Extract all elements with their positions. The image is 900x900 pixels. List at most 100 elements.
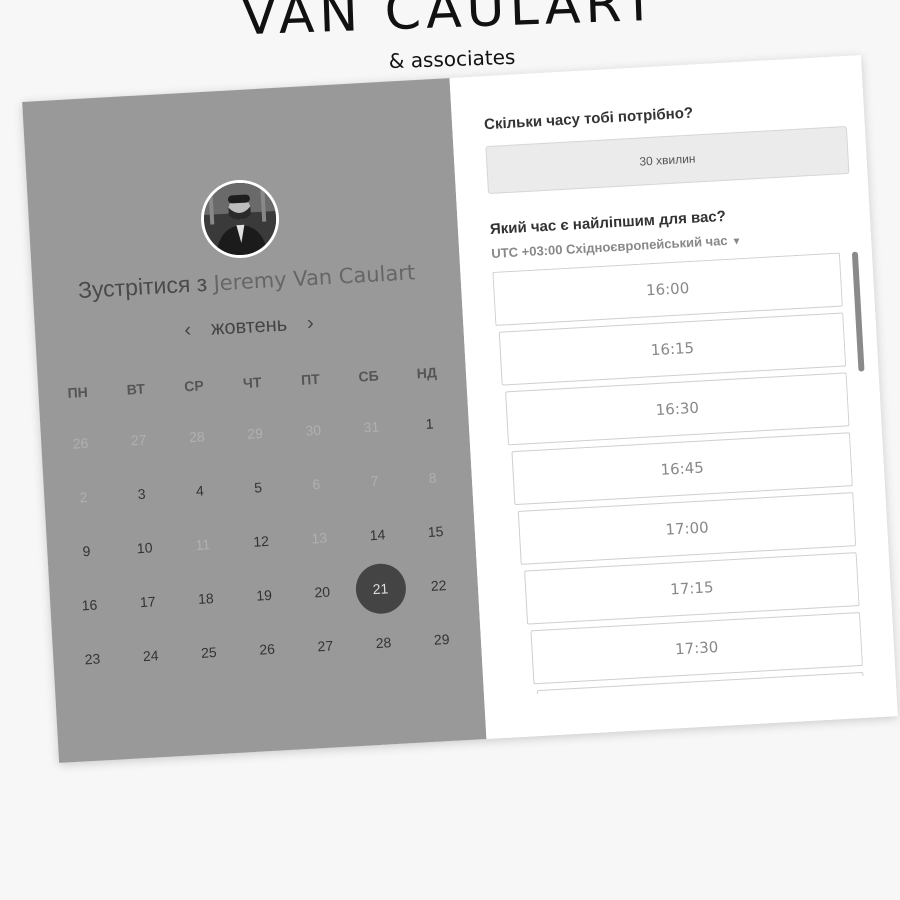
weekday-label: СР <box>183 377 205 395</box>
weekday-label: ВТ <box>126 380 146 398</box>
calendar-day-number: 27 <box>130 431 147 449</box>
calendar-day: 28 <box>166 409 227 464</box>
calendar-day-selected[interactable]: 21 <box>350 561 411 616</box>
calendar-day[interactable]: 17 <box>117 574 178 629</box>
calendar-day: 11 <box>172 517 233 572</box>
chevron-right-icon[interactable]: › <box>302 312 318 336</box>
meeting-title: Зустрітися з Jeremy Van Caulart <box>32 256 461 307</box>
scrollbar-thumb[interactable] <box>851 251 865 372</box>
calendar-day[interactable]: 1 <box>399 396 460 451</box>
weekday-label: ПН <box>67 383 89 401</box>
chevron-left-icon[interactable]: ‹ <box>180 319 196 343</box>
weekday-header: ПН ВТ СР ЧТ ПТ СБ НД <box>48 363 456 402</box>
calendar-day[interactable]: 4 <box>169 463 230 518</box>
month-label: жовтень <box>210 313 288 340</box>
time-slot-list: 16:00 16:15 16:30 16:45 17:00 17:15 17:30 <box>492 252 864 696</box>
calendar-day-number: 21 <box>372 580 389 598</box>
calendar-day-number: 23 <box>84 650 101 668</box>
calendar-day-number: 18 <box>197 590 215 607</box>
calendar-day-number: 3 <box>137 485 146 503</box>
calendar-day-number: 11 <box>195 536 211 553</box>
calendar-day: 29 <box>224 406 285 461</box>
calendar-day-number: 26 <box>72 434 89 452</box>
calendar-day-number: 19 <box>255 586 273 604</box>
calendar-day[interactable]: 19 <box>234 568 295 623</box>
calendar-day[interactable]: 29 <box>411 612 472 667</box>
calendar-day-number: 12 <box>252 532 270 550</box>
calendar-day-number: 14 <box>369 526 386 544</box>
calendar-day: 27 <box>108 412 169 467</box>
time-panel: Скільки часу тобі потрібно? 30 хвилин Як… <box>449 55 898 740</box>
time-slot-button[interactable]: 17:15 <box>524 552 860 625</box>
weekday-label: НД <box>416 364 438 382</box>
calendar-day[interactable]: 27 <box>295 618 356 673</box>
calendar-panel: Зустрітися з Jeremy Van Caulart ‹ жовтен… <box>22 78 487 763</box>
duration-question: Скільки часу тобі потрібно? <box>483 104 694 134</box>
calendar-day: 8 <box>402 450 463 505</box>
calendar-day-number: 1 <box>425 415 434 432</box>
calendar-day-number: 13 <box>311 529 328 547</box>
calendar-day[interactable]: 15 <box>405 504 466 559</box>
caret-down-icon: ▼ <box>731 236 742 248</box>
calendar-day-number: 25 <box>200 643 218 661</box>
calendar-day-number: 17 <box>139 593 156 611</box>
calendar-day-number: 8 <box>428 469 437 486</box>
meet-prefix: Зустрітися з <box>77 269 208 304</box>
calendar-day[interactable]: 23 <box>62 631 123 686</box>
time-question: Який час є найліпшим для вас? <box>489 207 727 239</box>
calendar-day-number: 29 <box>246 425 264 442</box>
calendar-day-number: 24 <box>142 647 159 665</box>
calendar-day-number: 10 <box>136 539 153 557</box>
calendar-day-number: 30 <box>305 421 322 439</box>
calendar-day: 7 <box>344 453 405 508</box>
calendar-day: 30 <box>283 403 344 458</box>
calendar-day-number: 5 <box>253 479 263 496</box>
calendar-day[interactable]: 9 <box>56 523 117 578</box>
calendar-day: 6 <box>286 457 347 512</box>
brand-header: VAN CAULART & associates <box>0 0 899 73</box>
calendar-day[interactable]: 28 <box>353 615 414 670</box>
calendar-day[interactable]: 10 <box>114 520 175 575</box>
calendar-day: 26 <box>50 416 111 471</box>
calendar-day-number: 15 <box>427 523 444 540</box>
calendar-day-number: 16 <box>81 596 98 614</box>
calendar-day-number: 26 <box>258 640 276 658</box>
calendar-day-number: 9 <box>82 542 91 560</box>
host-name: Jeremy Van Caulart <box>212 260 416 296</box>
calendar-day[interactable]: 5 <box>227 460 288 515</box>
calendar-day[interactable]: 20 <box>292 564 353 619</box>
calendar-day[interactable]: 24 <box>120 628 181 683</box>
calendar-day-number: 2 <box>79 488 88 506</box>
calendar-day-number: 22 <box>430 577 447 594</box>
host-avatar <box>198 177 282 261</box>
calendar-day: 31 <box>341 399 402 454</box>
calendar-day-number: 20 <box>314 583 331 601</box>
calendar-day-number: 31 <box>363 418 380 436</box>
calendar-day[interactable]: 12 <box>231 514 292 569</box>
calendar-day[interactable]: 16 <box>59 577 120 632</box>
calendar-day-number: 27 <box>317 637 334 655</box>
calendar-day: 2 <box>53 470 114 525</box>
weekday-label: ПТ <box>300 370 321 388</box>
calendar-day[interactable]: 3 <box>111 466 172 521</box>
calendar-day[interactable]: 22 <box>408 558 469 613</box>
calendar-day: 13 <box>289 510 350 565</box>
calendar-day-number: 4 <box>195 482 205 499</box>
calendar-day[interactable]: 26 <box>237 622 298 677</box>
calendar-day[interactable]: 25 <box>178 625 239 680</box>
calendar-day-number: 28 <box>188 428 206 446</box>
calendar-day-number: 28 <box>375 634 392 652</box>
timezone-label: UTC +03:00 Східноєвропейський час <box>490 232 728 261</box>
calendar-day-number: 6 <box>311 475 321 493</box>
calendar-day-number: 29 <box>433 630 450 648</box>
calendar-day-number: 7 <box>370 472 379 490</box>
calendar-day[interactable]: 18 <box>175 571 236 626</box>
calendar-day[interactable]: 14 <box>347 507 408 562</box>
time-slot-button[interactable]: 17:30 <box>530 611 863 685</box>
timezone-select[interactable]: UTC +03:00 Східноєвропейський час ▼ <box>491 232 742 261</box>
month-navigation: ‹ жовтень › <box>35 304 464 351</box>
booking-card: Зустрітися з Jeremy Van Caulart ‹ жовтен… <box>22 55 898 763</box>
weekday-label: СБ <box>358 367 380 385</box>
duration-select[interactable]: 30 хвилин <box>485 125 850 195</box>
weekday-label: ЧТ <box>242 374 262 392</box>
